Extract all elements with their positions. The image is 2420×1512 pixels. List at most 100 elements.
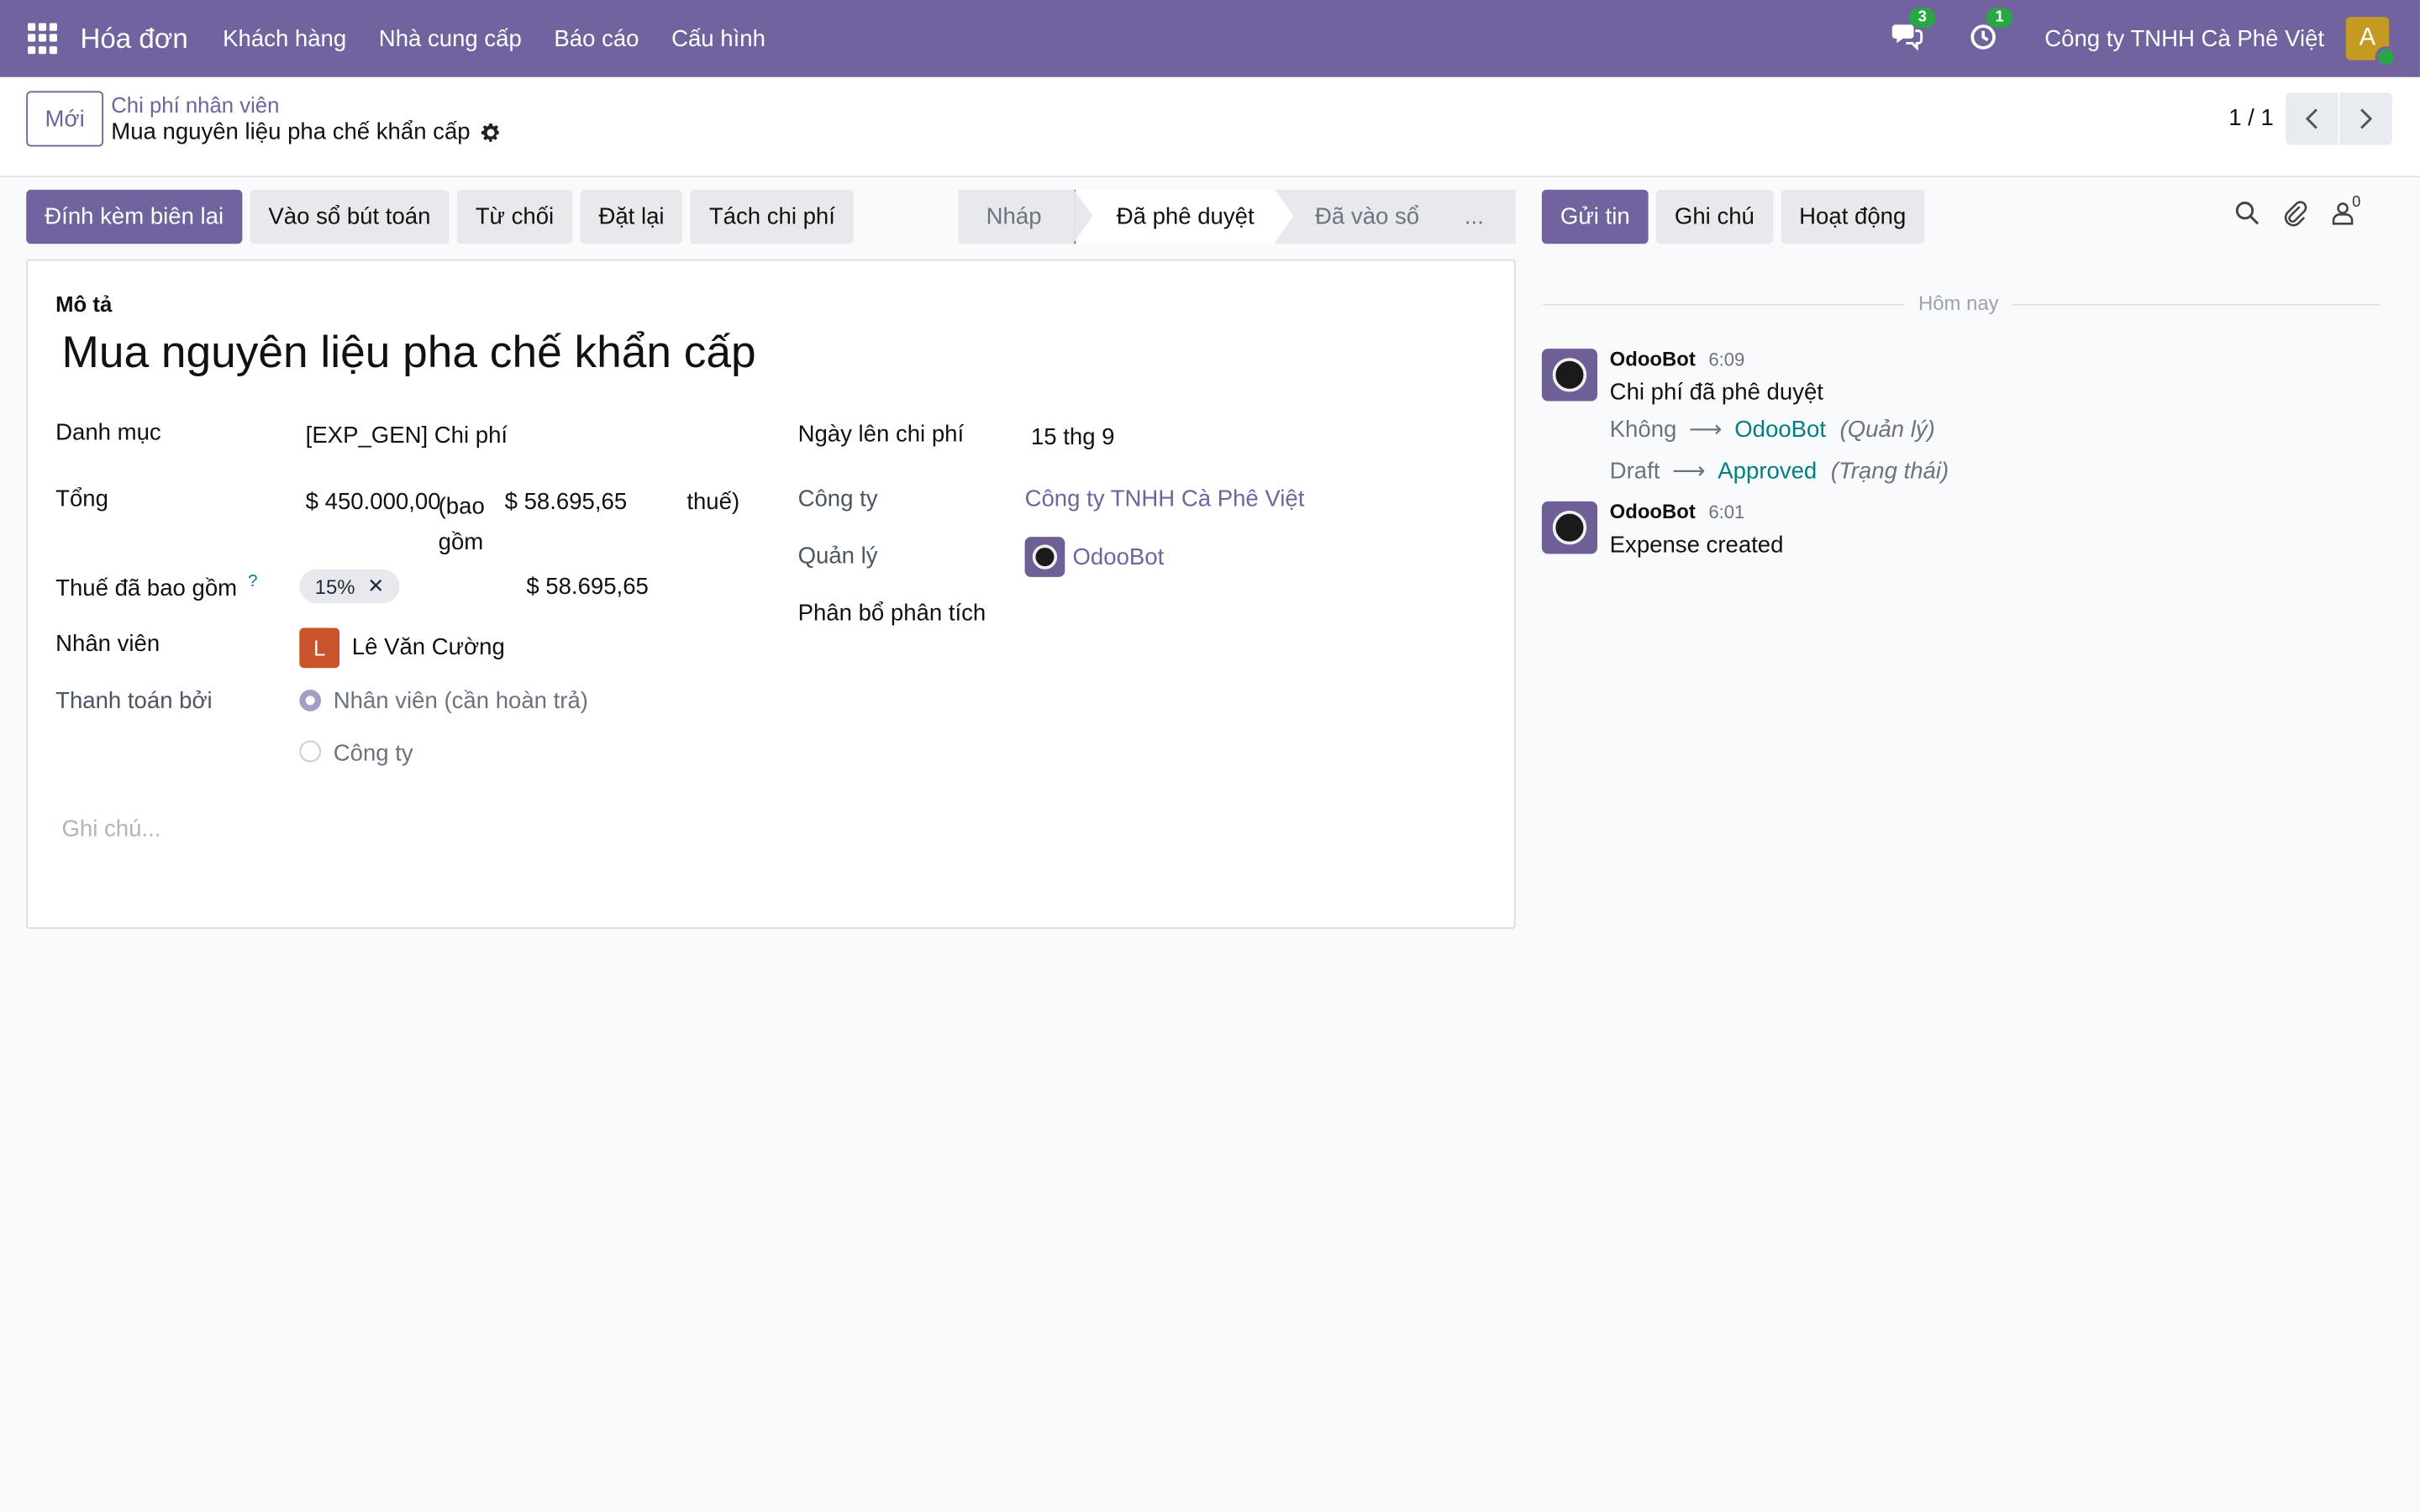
tracking-new-value: OdooBot	[1734, 415, 1827, 443]
tracking-old-value: Draft	[1609, 457, 1660, 484]
message-header: OdooBot 6:09	[1610, 345, 1745, 373]
split-expense-button[interactable]: Tách chi phí	[690, 189, 854, 244]
search-icon	[2235, 202, 2260, 225]
message-time: 6:01	[1708, 501, 1745, 523]
stage-more-label: ...	[1464, 203, 1484, 230]
message-author-avatar	[1541, 349, 1597, 402]
pager-next-button[interactable]	[2339, 92, 2392, 145]
followers-button[interactable]: 0	[2330, 194, 2360, 234]
notes-field[interactable]: Ghi chú...	[61, 816, 160, 843]
paperclip-icon	[2284, 201, 2307, 227]
message-body: Chi phí đã phê duyệt	[1609, 379, 1823, 407]
paid-by-employee-label[interactable]: Nhân viên (cần hoàn trả)	[334, 688, 588, 714]
tracking-field: (Trạng thái)	[1830, 457, 1949, 484]
manager-field[interactable]: OdooBot	[1073, 544, 1165, 570]
top-navbar: Hóa đơn Khách hàng Nhà cung cấp Báo cáo …	[0, 0, 2420, 77]
message-time: 6:09	[1708, 349, 1745, 370]
chevron-left-icon	[2305, 108, 2317, 129]
gear-icon[interactable]	[480, 121, 502, 143]
record-title: Mua nguyên liệu pha chế khẩn cấp	[111, 118, 502, 145]
total-amount-field[interactable]: $ 450.000,00	[306, 489, 441, 515]
online-status-dot	[2375, 46, 2397, 68]
company-field[interactable]: Công ty TNHH Cà Phê Việt	[1025, 486, 1305, 512]
menu-customers[interactable]: Khách hàng	[207, 25, 363, 51]
category-label: Danh mục	[55, 419, 161, 446]
paid-by-employee-radio[interactable]	[299, 690, 322, 711]
tax-amount: $ 58.695,65	[526, 574, 649, 601]
new-button[interactable]: Mới	[26, 91, 104, 147]
category-field[interactable]: [EXP_GEN] Chi phí	[306, 423, 508, 449]
message-author[interactable]: OdooBot	[1610, 500, 1696, 523]
total-label: Tổng	[55, 486, 108, 512]
company-switcher[interactable]: Công ty TNHH Cà Phê Việt	[2044, 25, 2324, 51]
breadcrumb-expenses[interactable]: Chi phí nhân viên	[111, 92, 279, 117]
stage-draft[interactable]: Nháp	[958, 189, 1094, 244]
stage-approved-label: Đã phê duyệt	[1116, 203, 1255, 230]
log-note-button[interactable]: Ghi chú	[1655, 189, 1773, 244]
arrow-right-icon: ⟶	[1672, 458, 1706, 485]
attachments-button[interactable]	[2281, 199, 2309, 234]
paid-by-label: Thanh toán bởi	[55, 688, 213, 715]
message-author-avatar	[1541, 501, 1597, 554]
activities-badge: 1	[1986, 8, 2013, 29]
arrow-right-icon: ⟶	[1689, 416, 1723, 444]
message-author[interactable]: OdooBot	[1610, 347, 1696, 370]
tax-label-text: Thuế đã bao gồm	[55, 575, 238, 602]
attach-receipt-button[interactable]: Đính kèm biên lai	[26, 189, 243, 244]
status-bar: Nháp Đã phê duyệt Đã vào sổ ...	[958, 189, 1516, 244]
control-panel: Mới Chi phí nhân viên Mua nguyên liệu ph…	[0, 76, 2420, 178]
pager-value[interactable]: 1 / 1	[2228, 105, 2274, 131]
help-icon[interactable]: ?	[248, 572, 257, 591]
menu-vendors[interactable]: Nhà cung cấp	[363, 25, 539, 51]
menu-reporting[interactable]: Báo cáo	[538, 25, 655, 51]
employee-label: Nhân viên	[55, 631, 160, 658]
stage-draft-label: Nháp	[986, 203, 1042, 230]
total-tax-suffix: thuế)	[687, 489, 740, 516]
paid-by-company-radio[interactable]	[299, 740, 322, 763]
tracking-row: Draft ⟶ Approved (Trạng thái)	[1610, 457, 1949, 485]
app-grid-icon[interactable]	[28, 23, 59, 55]
user-avatar[interactable]: A	[2345, 17, 2397, 68]
user-initial: A	[2359, 24, 2376, 51]
paid-by-company-label[interactable]: Công ty	[334, 741, 413, 767]
date-divider-label: Hôm nay	[1904, 291, 2013, 315]
date-field[interactable]: 15 thg 9	[1031, 424, 1115, 450]
stage-posted-label: Đã vào sổ	[1315, 203, 1420, 230]
description-label: Mô tả	[55, 291, 113, 317]
tracking-field: (Quản lý)	[1839, 415, 1935, 443]
send-message-button[interactable]: Gửi tin	[1541, 189, 1649, 244]
employee-field[interactable]: Lê Văn Cường	[352, 634, 505, 660]
employee-avatar: L	[299, 627, 340, 669]
action-buttons: Đính kèm biên lai Vào sổ bút toán Từ chố…	[26, 189, 861, 244]
date-label: Ngày lên chi phí	[797, 421, 965, 448]
chevron-right-icon	[2360, 108, 2373, 129]
activities-button[interactable]: 1	[1967, 8, 2013, 57]
pager-previous-button[interactable]	[2286, 92, 2338, 145]
remove-tag-icon[interactable]: ✕	[367, 574, 384, 598]
stage-approved[interactable]: Đã phê duyệt	[1075, 189, 1294, 244]
manager-avatar	[1024, 537, 1065, 577]
description-field[interactable]: Mua nguyên liệu pha chế khẩn cấp	[61, 328, 755, 380]
manager-label: Quản lý	[797, 543, 878, 570]
app-name[interactable]: Hóa đơn	[81, 23, 188, 55]
messages-button[interactable]: 3	[1891, 8, 1936, 57]
total-tax-amount: $ 58.695,65	[504, 489, 628, 516]
refuse-button[interactable]: Từ chối	[456, 189, 573, 244]
tax-label: Thuế đã bao gồm ?	[55, 572, 257, 601]
tracking-row: Không ⟶ OdooBot (Quản lý)	[1610, 415, 1935, 443]
chatter-buttons: Gửi tin Ghi chú Hoạt động	[1541, 189, 1933, 244]
post-entries-button[interactable]: Vào sổ bút toán	[250, 189, 450, 244]
chatter-search-button[interactable]	[2235, 201, 2260, 234]
record-title-text: Mua nguyên liệu pha chế khẩn cấp	[111, 118, 471, 145]
expense-form-sheet: Mô tả Mua nguyên liệu pha chế khẩn cấp D…	[26, 259, 1516, 929]
company-label: Công ty	[797, 486, 878, 512]
messages-badge: 3	[1908, 8, 1936, 29]
message-body: Expense created	[1609, 532, 1784, 559]
tracking-new-value: Approved	[1718, 457, 1818, 484]
stage-posted[interactable]: Đã vào sổ	[1275, 189, 1449, 244]
menu-configuration[interactable]: Cấu hình	[655, 25, 781, 51]
tracking-old-value: Không	[1609, 415, 1677, 443]
reset-button[interactable]: Đặt lại	[580, 189, 683, 244]
analytic-label: Phân bổ phân tích	[797, 600, 986, 627]
activities-button[interactable]: Hoạt động	[1781, 189, 1925, 244]
